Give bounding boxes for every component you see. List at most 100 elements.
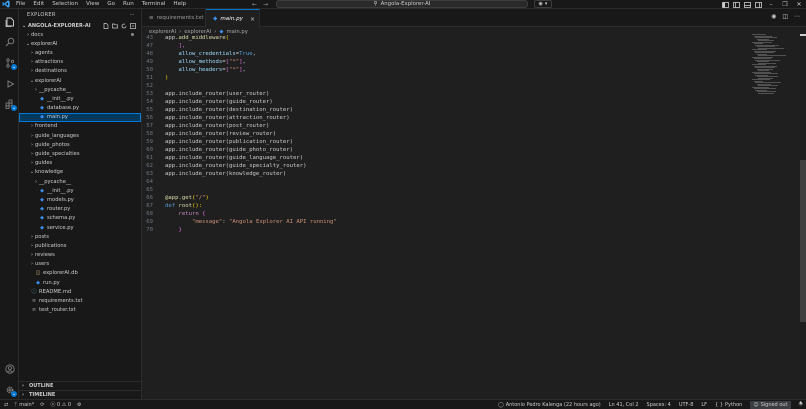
- line-number: 55: [146, 107, 153, 113]
- tree-file[interactable]: ◆ __init__.py: [19, 94, 141, 103]
- manage-gear-icon[interactable]: •: [4, 384, 17, 397]
- tab-main-py[interactable]: ◆ main.py ×: [206, 9, 260, 28]
- tree-file[interactable]: ◆ database.py: [19, 104, 141, 113]
- sync-icon[interactable]: ⟳: [40, 402, 44, 408]
- back-arrow-icon[interactable]: ←: [252, 1, 257, 8]
- search-icon[interactable]: [4, 36, 15, 47]
- tree-folder[interactable]: › publications: [19, 241, 141, 250]
- tree-file[interactable]: ≡ requirements.txt: [19, 296, 141, 305]
- tree-file[interactable]: ◆ models.py: [19, 195, 141, 204]
- menu-item-help[interactable]: Help: [169, 1, 190, 7]
- code-token: "/": [195, 195, 206, 201]
- python-file-icon: ◆: [40, 105, 44, 112]
- tree-file[interactable]: ◆ __init__.py: [19, 186, 141, 195]
- tree-folder[interactable]: › posts: [19, 232, 141, 241]
- copilot-chat-icon[interactable]: ◉: [771, 13, 776, 20]
- menu-item-view[interactable]: View: [82, 1, 103, 7]
- end-of-line[interactable]: LF: [701, 402, 707, 408]
- command-center-search[interactable]: ⚲ Angola-Explorer-AI: [276, 0, 528, 8]
- code-editor[interactable]: 43 app.add_middleware(47 ], 48 allow_crede…: [142, 34, 750, 394]
- encoding[interactable]: UTF-8: [679, 402, 694, 408]
- copilot-button[interactable]: ◉ ▾: [534, 0, 552, 8]
- restore-icon[interactable]: ❐: [778, 1, 792, 8]
- tree-folder[interactable]: › reviews: [19, 251, 141, 260]
- tree-folder[interactable]: › docs: [19, 30, 141, 39]
- tree-folder[interactable]: › guide_specialties: [19, 149, 141, 158]
- menu-item-selection[interactable]: Selection: [48, 1, 82, 7]
- signed-out-button[interactable]: ☺ Signed out: [750, 401, 791, 409]
- tree-folder[interactable]: › guide_languages: [19, 131, 141, 140]
- tree-folder[interactable]: › agents: [19, 48, 141, 57]
- tree-file[interactable]: ≡ test_router.txt: [19, 306, 141, 315]
- new-file-icon[interactable]: [103, 22, 109, 29]
- tree-file[interactable]: ◫ explorerAI.db: [19, 269, 141, 278]
- ports-icon[interactable]: ⚙: [77, 402, 81, 408]
- workspace-root[interactable]: ⌄ ANGOLA-EXPLORER-AI: [19, 21, 141, 30]
- account-icon[interactable]: [4, 363, 15, 374]
- git-blame[interactable]: ◯ Antonio Pedro Kalenga (22 hours ago): [498, 402, 601, 408]
- run-debug-icon[interactable]: [4, 78, 15, 89]
- python-file-icon: ◆: [40, 224, 44, 231]
- outline-section[interactable]: › OUTLINE: [19, 381, 142, 390]
- tree-folder[interactable]: › attractions: [19, 58, 141, 67]
- tree-file[interactable]: ◆ router.py: [19, 205, 141, 214]
- toggle-primary-sidebar-icon[interactable]: [733, 1, 740, 8]
- refresh-icon[interactable]: [121, 23, 127, 29]
- tree-item-label: explorerAI.db: [43, 270, 78, 277]
- close-icon[interactable]: ✕: [792, 1, 806, 8]
- tree-folder[interactable]: › guides: [19, 159, 141, 168]
- cursor-position[interactable]: Ln 41, Col 2: [609, 402, 639, 408]
- tree-folder[interactable]: ⌄ explorerAI: [19, 39, 141, 48]
- code-line: 54 app.include_router(guide_router): [142, 98, 273, 106]
- more-actions-icon[interactable]: ⋯: [130, 12, 135, 18]
- remote-icon[interactable]: ⇄: [4, 402, 8, 408]
- collapse-all-icon[interactable]: [130, 22, 136, 29]
- split-editor-icon[interactable]: ◫: [782, 13, 788, 20]
- toggle-panel-icon[interactable]: [744, 1, 751, 8]
- more-actions-icon[interactable]: ⋯: [794, 13, 800, 20]
- menu-item-go[interactable]: Go: [103, 1, 119, 7]
- branch-indicator[interactable]: ᛉ main*: [14, 402, 34, 408]
- menu-item-terminal[interactable]: Terminal: [138, 1, 170, 7]
- tree-file[interactable]: ◆ service.py: [19, 223, 141, 232]
- code-line: 62 app.include_router(guide_specialty_rou…: [142, 162, 306, 170]
- explorer-icon[interactable]: [4, 16, 15, 27]
- menu-item-edit[interactable]: Edit: [29, 1, 48, 7]
- tree-folder[interactable]: › __pycache__: [19, 177, 141, 186]
- notifications-bell-icon[interactable]: 🕭: [799, 401, 803, 409]
- problems-indicator[interactable]: ⓧ 0 ⚠ 0: [50, 401, 71, 408]
- forward-arrow-icon[interactable]: →: [263, 1, 268, 8]
- new-folder-icon[interactable]: [112, 23, 118, 29]
- source-control-icon[interactable]: •: [4, 57, 17, 70]
- customize-layout-icon[interactable]: [722, 1, 729, 8]
- tree-file[interactable]: ◆ run.py: [19, 278, 141, 287]
- menu-item-file[interactable]: File: [12, 1, 29, 7]
- minimize-icon[interactable]: –: [764, 1, 778, 8]
- minimap[interactable]: [752, 34, 798, 96]
- tree-folder[interactable]: ⌄ explorerAI: [19, 76, 141, 85]
- git-commit-icon: ◯: [498, 402, 504, 408]
- tree-file[interactable]: ⓘ README.md: [19, 287, 141, 296]
- tree-folder[interactable]: › destinations: [19, 67, 141, 76]
- timeline-section[interactable]: › TIMELINE: [19, 390, 142, 399]
- code-token: ,: [242, 59, 246, 65]
- tree-file[interactable]: ◆ schema.py: [19, 214, 141, 223]
- tree-item-label: reviews: [35, 252, 55, 259]
- tree-folder[interactable]: › __pycache__: [19, 85, 141, 94]
- tree-folder[interactable]: › users: [19, 260, 141, 269]
- close-tab-icon[interactable]: ×: [250, 16, 255, 23]
- menu-item-run[interactable]: Run: [119, 1, 138, 7]
- tab-requirements[interactable]: ≡ requirements.txt: [142, 9, 206, 27]
- tree-folder[interactable]: › frontend: [19, 122, 141, 131]
- language-mode[interactable]: { } Python: [715, 402, 742, 408]
- vscode-logo-icon: [0, 0, 12, 9]
- tree-folder[interactable]: › guide_photos: [19, 140, 141, 149]
- indentation[interactable]: Spaces: 4: [647, 402, 671, 408]
- toggle-secondary-sidebar-icon[interactable]: [755, 1, 762, 8]
- tree-folder[interactable]: ⌄ knowledge: [19, 168, 141, 177]
- title-bar: File Edit Selection View Go Run Terminal Help ←…: [0, 0, 806, 9]
- tree-file[interactable]: ◆ main.py: [19, 112, 141, 122]
- extensions-icon[interactable]: •: [4, 98, 17, 111]
- vertical-scrollbar[interactable]: [800, 160, 806, 322]
